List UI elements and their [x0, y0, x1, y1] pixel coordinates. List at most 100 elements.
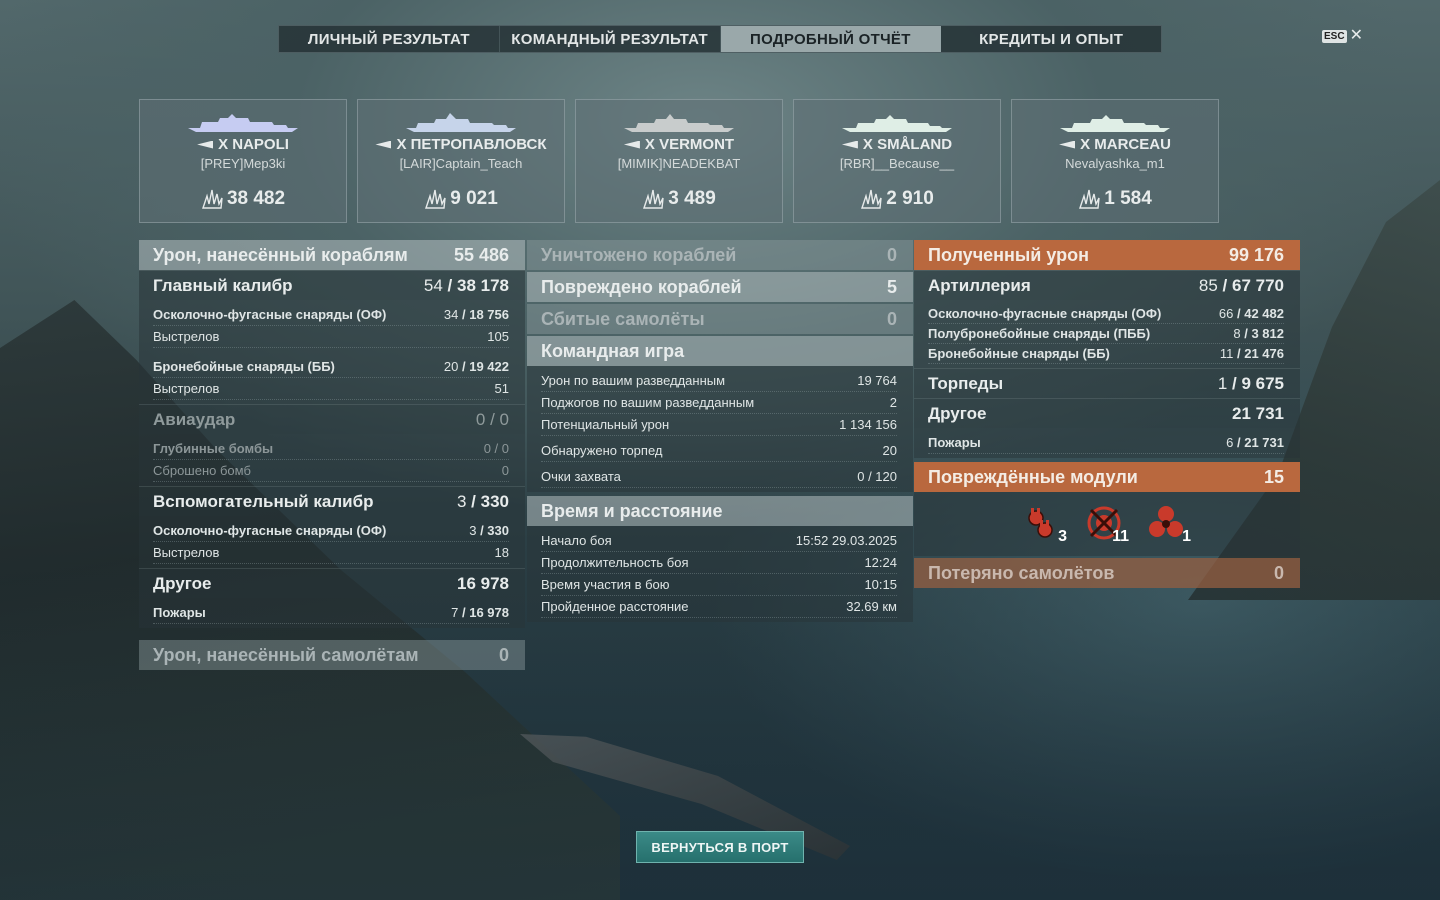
- other-received-details: Пожары 6 / 21 731: [914, 428, 1300, 458]
- list-item: Начало боя 15:52 29.03.2025: [541, 530, 897, 552]
- damage-score: 1 584: [1104, 188, 1152, 209]
- other-damage-details: Пожары 7 / 16 978: [139, 598, 525, 628]
- ship-name: X ПЕТРОПАВЛОВСК: [396, 136, 547, 153]
- list-item: Время участия в бою 10:15: [541, 574, 897, 596]
- ship-name: X SMÅLAND: [862, 136, 953, 153]
- tab-credits-xp[interactable]: КРЕДИТЫ И ОПЫТ: [941, 26, 1161, 52]
- ship-silhouette-icon: [842, 115, 952, 132]
- player-card[interactable]: X VERMONT [MIMIK]NEADEKBAT 3 489: [575, 99, 783, 223]
- flag-icon: [623, 140, 640, 149]
- tab-personal-result[interactable]: ЛИЧНЫЙ РЕЗУЛЬТАТ: [279, 26, 500, 52]
- list-item: Пройденное расстояние 32.69 км: [541, 596, 897, 618]
- player-name: Nevalyashka_m1: [1065, 156, 1165, 171]
- damage-splash-icon: [861, 189, 882, 209]
- other-received-row: Другое 21 731: [914, 398, 1300, 428]
- airstrike-details: Глубинные бомбы 0 / 0 Сброшено бомб 0: [139, 434, 525, 486]
- esc-key-badge: ESC: [1322, 29, 1347, 43]
- close-button[interactable]: ESC ✕: [1322, 28, 1363, 44]
- secondary-shots-row: Выстрелов 18: [153, 542, 509, 564]
- damage-splash-icon: [1079, 189, 1100, 209]
- list-item: Поджогов по вашим разведданным 2: [541, 392, 897, 414]
- player-card[interactable]: X MARCEAU Nevalyashka_m1 1 584: [1011, 99, 1219, 223]
- ship-silhouette-icon: [188, 114, 298, 132]
- ships-damaged-row: Повреждено кораблей 5: [527, 272, 913, 302]
- tab-bar: ЛИЧНЫЙ РЕЗУЛЬТАТ КОМАНДНЫЙ РЕЗУЛЬТАТ ПОД…: [278, 25, 1162, 53]
- tab-team-result[interactable]: КОМАНДНЫЙ РЕЗУЛЬТАТ: [500, 26, 721, 52]
- player-name: [LAIR]Captain_Teach: [399, 156, 523, 171]
- damage-splash-icon: [425, 189, 446, 209]
- turret-icon: 3: [1023, 504, 1067, 545]
- damaged-modules-icons: 3 11 1: [914, 492, 1300, 556]
- list-item: Очки захвата 0 / 120: [541, 466, 897, 488]
- list-item: Продолжительность боя 12:24: [541, 552, 897, 574]
- ap-shots-row: Выстрелов 51: [153, 378, 509, 400]
- damage-score: 3 489: [668, 188, 716, 209]
- module-count: 1: [1182, 528, 1191, 545]
- player-card[interactable]: X NAPOLI [PREY]Mep3ki 38 482: [139, 99, 347, 223]
- module-count: 3: [1058, 528, 1067, 545]
- module-count: 11: [1112, 528, 1129, 545]
- planes-shot-down-row: Сбитые самолёты 0: [527, 304, 913, 334]
- team-play-details: Урон по вашим разведданным 19 764 Поджого…: [527, 366, 913, 492]
- airstrike-row: Авиаудар 0 / 0: [139, 404, 525, 434]
- damaged-modules-header: Повреждённые модули 15: [914, 462, 1300, 492]
- time-distance-details: Начало боя 15:52 29.03.2025 Продолжительн…: [527, 526, 913, 622]
- tab-detailed-report[interactable]: ПОДРОБНЫЙ ОТЧЁТ: [720, 26, 942, 52]
- damage-to-ships-header: Урон, нанесённый кораблям 55 486: [139, 240, 525, 270]
- damage-to-planes-header: Урон, нанесённый самолётам 0: [139, 640, 525, 670]
- main-caliber-row: Главный калибр 54 / 38 178: [139, 270, 525, 300]
- return-to-port-button[interactable]: ВЕРНУТЬСЯ В ПОРТ: [636, 831, 804, 863]
- he-shells-row: Осколочно-фугасные снаряды (ОФ) 34 / 18 7…: [153, 304, 509, 326]
- fire-control-icon: 11: [1085, 504, 1129, 545]
- ship-name: X MARCEAU: [1080, 136, 1171, 153]
- main-caliber-details: Осколочно-фугасные снаряды (ОФ) 34 / 18 7…: [139, 300, 525, 404]
- planes-lost-header: Потеряно самолётов 0: [914, 558, 1300, 588]
- time-distance-header: Время и расстояние: [527, 496, 913, 526]
- player-name: [RBR]__Because__: [839, 156, 955, 171]
- damage-splash-icon: [643, 189, 664, 209]
- player-card[interactable]: X ПЕТРОПАВЛОВСК [LAIR]Captain_Teach 9 02…: [357, 99, 565, 223]
- row-value: 54 / 38 178: [423, 275, 509, 295]
- other-damage-row: Другое 16 978: [139, 568, 525, 598]
- header-label: Урон, нанесённый кораблям: [153, 244, 408, 265]
- player-name: [PREY]Mep3ki: [200, 156, 286, 171]
- artillery-row: Артиллерия 85 / 67 770: [914, 270, 1300, 300]
- list-item: Потенциальный урон 1 134 156: [541, 414, 897, 436]
- ships-destroyed-row: Уничтожено кораблей 0: [527, 240, 913, 270]
- damage-received-column: Полученный урон 99 176 Артиллерия 85 / 67…: [914, 240, 1300, 588]
- list-item: Осколочно-фугасные снаряды (ОФ) 66 / 42 4…: [928, 304, 1284, 324]
- header-value: 55 486: [453, 244, 509, 265]
- player-name: [MIMIK]NEADEKBAT: [617, 156, 741, 171]
- list-item: Полубронебойные снаряды (ПББ) 8 / 3 812: [928, 324, 1284, 344]
- close-icon: ✕: [1349, 27, 1363, 44]
- team-play-header: Командная игра: [527, 336, 913, 366]
- row-label: Главный калибр: [153, 275, 293, 295]
- propeller-icon: 1: [1147, 504, 1191, 545]
- damage-dealt-column: Урон, нанесённый кораблям 55 486 Главный…: [139, 240, 525, 670]
- damage-score: 9 021: [450, 188, 498, 209]
- damage-received-header: Полученный урон 99 176: [914, 240, 1300, 270]
- ship-silhouette-icon: [1060, 115, 1170, 132]
- damage-splash-icon: [201, 189, 223, 209]
- flag-icon: [375, 140, 392, 149]
- list-item: Урон по вашим разведданным 19 764: [541, 370, 897, 392]
- fires-row: Пожары 7 / 16 978: [153, 602, 509, 624]
- top-players-row: X NAPOLI [PREY]Mep3ki 38 482 X ПЕТРОПАВЛ…: [139, 99, 1219, 223]
- ap-shells-row: Бронебойные снаряды (ББ) 20 / 19 422: [153, 356, 509, 378]
- ship-silhouette-icon: [624, 114, 734, 132]
- damage-score: 38 482: [226, 188, 286, 209]
- ship-name: X VERMONT: [644, 136, 735, 153]
- list-item: Обнаружено торпед 20: [541, 440, 897, 462]
- list-item: Бронебойные снаряды (ББ) 11 / 21 476: [928, 344, 1284, 364]
- secondary-he-row: Осколочно-фугасные снаряды (ОФ) 3 / 330: [153, 520, 509, 542]
- flag-icon: [841, 140, 858, 149]
- fires-row: Пожары 6 / 21 731: [928, 432, 1284, 454]
- depth-charges-row: Глубинные бомбы 0 / 0: [153, 438, 509, 460]
- secondary-details: Осколочно-фугасные снаряды (ОФ) 3 / 330 В…: [139, 516, 525, 568]
- ship-name: X NAPOLI: [218, 136, 289, 153]
- torpedoes-row: Торпеды 1 / 9 675: [914, 368, 1300, 398]
- flag-icon: [1059, 140, 1076, 149]
- he-shots-row: Выстрелов 105: [153, 326, 509, 348]
- player-card[interactable]: X SMÅLAND [RBR]__Because__ 2 910: [793, 99, 1001, 223]
- damage-score: 2 910: [886, 188, 934, 209]
